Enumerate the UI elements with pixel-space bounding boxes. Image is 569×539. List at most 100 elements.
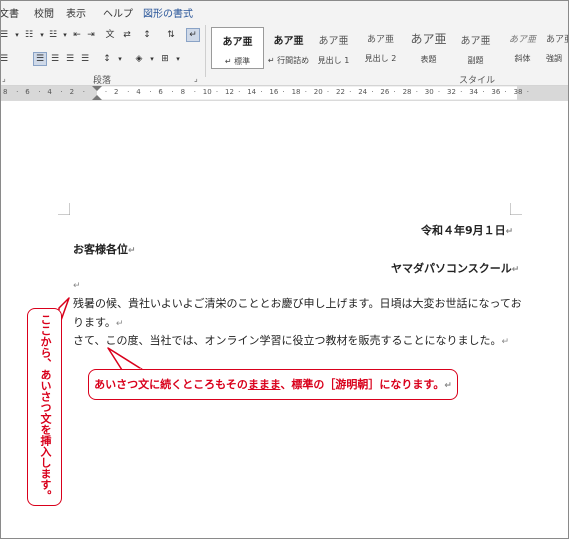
callout-text: 、標準の［游明朝］になります。 [280, 378, 445, 391]
ruler-number: 18 [291, 88, 301, 96]
paragraph-dialog-launcher-icon[interactable]: ⌟ [194, 74, 198, 83]
style-normal[interactable]: あア亜 ↵ 標準 [211, 27, 264, 69]
style-title[interactable]: あア亜 表題 [403, 27, 454, 67]
style-preview: あア亜 [546, 35, 568, 45]
ruler-number: 6 [25, 88, 30, 96]
paragraph-group-label: 段落 [93, 76, 112, 86]
style-emphasis[interactable]: あア亜 強調 [546, 27, 568, 67]
ruler-tick: · [127, 88, 130, 96]
ruler-tick: · [304, 88, 307, 96]
style-name: 副題 [467, 56, 484, 65]
style-italic[interactable]: あア亜 斜体 [497, 27, 548, 67]
sort-az-icon[interactable]: ⇅ [165, 29, 177, 41]
ruler-number: 14 [247, 88, 257, 96]
ruler-tick: · [482, 88, 485, 96]
ruler-tick: · [104, 88, 108, 96]
ruler-number: 8 [180, 88, 186, 96]
horizontal-ruler[interactable]: 8 · 6 · 4 · 2 · · 2 · 4 · 6 · 8 · 10 · 12 · 14 · 16 · 18 · 20 · 22 · 24… [1, 86, 568, 101]
ruler-number: 32 [447, 88, 456, 96]
style-heading-2[interactable]: あア亜 見出し 2 [355, 27, 406, 67]
borders-icon[interactable]: ⊞ [159, 53, 171, 65]
bullets-icon[interactable]: ☰ [1, 29, 10, 41]
distributed-icon[interactable]: ☰ [79, 53, 91, 65]
word-window: 文書 校閲 表示 ヘルプ 図形の書式 ☰ ▾ ☷ ▾ ☳ ▾ ⇤ ⇥ 文 ⇄ ↕… [0, 0, 569, 539]
tab-shape-format[interactable]: 図形の書式 [143, 5, 193, 20]
increase-indent-icon[interactable]: ⇥ [85, 29, 97, 41]
tab-review[interactable]: 校閲 [34, 5, 54, 20]
line-spacing-icon[interactable]: ↕ [101, 53, 113, 65]
tab-mailings[interactable]: 文書 [1, 5, 19, 20]
align-left-icon[interactable]: ☰ [1, 53, 10, 65]
ruler-number: 4 [136, 88, 141, 96]
style-preview: あア亜 [222, 37, 253, 48]
style-subtitle[interactable]: あア亜 副題 [450, 27, 501, 67]
dropdown-arrow-icon[interactable]: ▾ [172, 53, 184, 65]
style-no-spacing[interactable]: あア亜 ↵ 行間詰め [263, 27, 314, 67]
ruler-number: 2 [69, 88, 75, 96]
paragraph-mark: ↵ [444, 381, 452, 391]
style-preview: あア亜 [460, 36, 491, 47]
ruler-tick: · [193, 88, 196, 96]
style-heading-1[interactable]: あア亜 見出し 1 [308, 27, 359, 67]
ruler-tick: · [371, 88, 374, 96]
font-dialog-launcher-icon[interactable]: ⌟ [2, 74, 6, 83]
ruler-number: 24 [358, 88, 368, 96]
style-group-label: スタイル [459, 76, 496, 86]
ruler-number: 36 [491, 88, 501, 96]
ruler-number: 12 [225, 88, 234, 96]
callout-text: ここから、あいさつ文を挿入します。 [39, 313, 52, 501]
ruler-tick: · [393, 88, 396, 96]
style-name: 見出し 1 [317, 56, 350, 65]
ruler-tick: · [38, 88, 41, 96]
justify-icon[interactable]: ☰ [64, 53, 76, 65]
dropdown-arrow-icon[interactable]: ▾ [59, 29, 71, 41]
style-preview: あア亜 [318, 36, 349, 47]
style-preview: あア亜 [410, 32, 447, 46]
style-name: ↵ 行間詰め [267, 56, 310, 65]
style-name: 強調 [546, 54, 562, 63]
align-right-icon[interactable]: ☰ [49, 53, 61, 65]
ruler-number: 2 [114, 88, 119, 96]
ruler-tick: · [260, 88, 263, 96]
ruler-tick: · [504, 88, 507, 96]
ruler-tick: · [82, 88, 85, 96]
tab-help[interactable]: ヘルプ [103, 5, 133, 20]
shading-icon[interactable]: ◈ [133, 53, 145, 65]
dropdown-arrow-icon[interactable]: ▾ [146, 53, 158, 65]
ruler-tick: · [215, 88, 219, 96]
ruler-number: 6 [158, 88, 163, 96]
ruler-number: 38 [513, 88, 523, 96]
ruler-tick: · [282, 88, 285, 96]
ruler-tick: · [326, 88, 330, 96]
ruler-number: 26 [380, 88, 390, 96]
ruler-tick: · [60, 88, 63, 96]
align-center-icon[interactable]: ☰ [33, 52, 47, 66]
character-spacing-icon[interactable]: ⇄ [121, 29, 133, 41]
document-page[interactable]: 令和４年9月１日↵ お客様各位↵ ヤマダパソコンスクール↵ ↵ 残暑の候、貴社い… [1, 101, 568, 538]
style-preview: あア亜 [366, 35, 394, 45]
ruler-tick: · [238, 88, 241, 96]
ruler-tick: · [415, 88, 418, 96]
ruler-number: 22 [336, 88, 345, 96]
ruler-number: 20 [313, 88, 323, 96]
ruler-number: 8 [3, 88, 8, 96]
multilevel-list-icon[interactable]: ☳ [47, 29, 59, 41]
callout-text: あいさつ文に続くところもその [94, 378, 248, 391]
ruler-number: 16 [269, 88, 279, 96]
ruler-number: 30 [424, 88, 434, 96]
ruler-tick: · [16, 88, 19, 96]
dropdown-arrow-icon[interactable]: ▾ [11, 29, 23, 41]
decrease-indent-icon[interactable]: ⇤ [71, 29, 83, 41]
ruler-number: 10 [202, 88, 212, 96]
ruler-tick: · [526, 88, 529, 96]
numbering-icon[interactable]: ☷ [23, 29, 35, 41]
tab-view[interactable]: 表示 [66, 5, 86, 20]
sort-icon[interactable]: ↕ [141, 29, 153, 41]
style-name: 表題 [420, 55, 437, 64]
asian-layout-icon[interactable]: 文 [104, 29, 116, 41]
style-name: 見出し 2 [364, 54, 397, 63]
show-paragraph-marks-icon[interactable]: ↵ [186, 28, 200, 42]
ruler-number: 34 [469, 88, 479, 96]
ruler-number: 28 [402, 88, 412, 96]
dropdown-arrow-icon[interactable]: ▾ [114, 53, 126, 65]
